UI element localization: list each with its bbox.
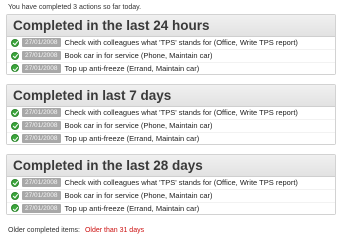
completed-count-text: You have completed 3 actions so far toda… (8, 4, 142, 11)
section-last-24-hours: Completed in the last 24 hours 27/01/200… (6, 14, 336, 76)
completed-date-badge: 27/01/2008 (22, 121, 61, 131)
completed-date-badge: 27/01/2008 (22, 178, 61, 188)
section-title: Completed in the last 28 days (7, 155, 335, 177)
completed-date-badge: 27/01/2008 (22, 203, 61, 213)
action-description[interactable]: Book car in for service (Phone, Maintain… (65, 191, 213, 200)
older-than-31-days-link[interactable]: Older than 31 days (85, 227, 144, 234)
completed-date-badge: 27/01/2008 (22, 133, 61, 143)
list-item[interactable]: 27/01/2008 Top up anti-freeze (Errand, M… (7, 62, 335, 75)
check-circle-icon[interactable] (11, 108, 19, 117)
list-item[interactable]: 27/01/2008 Check with colleagues what 'T… (7, 107, 335, 120)
section-title: Completed in the last 24 hours (7, 15, 335, 37)
action-description[interactable]: Top up anti-freeze (Errand, Maintain car… (65, 64, 200, 73)
action-description[interactable]: Check with colleagues what 'TPS' stands … (65, 178, 298, 187)
action-description[interactable]: Book car in for service (Phone, Maintain… (65, 121, 213, 130)
list-item[interactable]: 27/01/2008 Book car in for service (Phon… (7, 189, 335, 203)
check-circle-icon[interactable] (11, 178, 19, 187)
completed-date-badge: 27/01/2008 (22, 191, 61, 201)
action-description[interactable]: Top up anti-freeze (Errand, Maintain car… (65, 204, 200, 213)
check-circle-icon[interactable] (11, 38, 19, 47)
older-items-label: Older completed items: (8, 227, 80, 234)
action-description[interactable]: Book car in for service (Phone, Maintain… (65, 51, 213, 60)
check-circle-icon[interactable] (11, 134, 19, 143)
list-item[interactable]: 27/01/2008 Book car in for service (Phon… (7, 119, 335, 133)
completed-date-badge: 27/01/2008 (22, 63, 61, 73)
check-circle-icon[interactable] (11, 51, 19, 60)
action-description[interactable]: Top up anti-freeze (Errand, Maintain car… (65, 134, 200, 143)
list-item[interactable]: 27/01/2008 Check with colleagues what 'T… (7, 177, 335, 190)
list-item[interactable]: 27/01/2008 Book car in for service (Phon… (7, 49, 335, 63)
list-item[interactable]: 27/01/2008 Top up anti-freeze (Errand, M… (7, 202, 335, 215)
check-circle-icon[interactable] (11, 204, 19, 213)
completed-date-badge: 27/01/2008 (22, 51, 61, 61)
check-circle-icon[interactable] (11, 64, 19, 73)
section-last-7-days: Completed in last 7 days 27/01/2008 Chec… (6, 84, 336, 146)
completed-date-badge: 27/01/2008 (22, 38, 61, 48)
action-description[interactable]: Check with colleagues what 'TPS' stands … (65, 108, 298, 117)
action-description[interactable]: Check with colleagues what 'TPS' stands … (65, 38, 298, 47)
older-items-footer: Older completed items: Older than 31 day… (8, 227, 144, 234)
list-item[interactable]: 27/01/2008 Top up anti-freeze (Errand, M… (7, 132, 335, 145)
check-circle-icon[interactable] (11, 191, 19, 200)
completed-date-badge: 27/01/2008 (22, 108, 61, 118)
section-last-28-days: Completed in the last 28 days 27/01/2008… (6, 154, 336, 216)
section-title: Completed in last 7 days (7, 85, 335, 107)
check-circle-icon[interactable] (11, 121, 19, 130)
list-item[interactable]: 27/01/2008 Check with colleagues what 'T… (7, 37, 335, 50)
